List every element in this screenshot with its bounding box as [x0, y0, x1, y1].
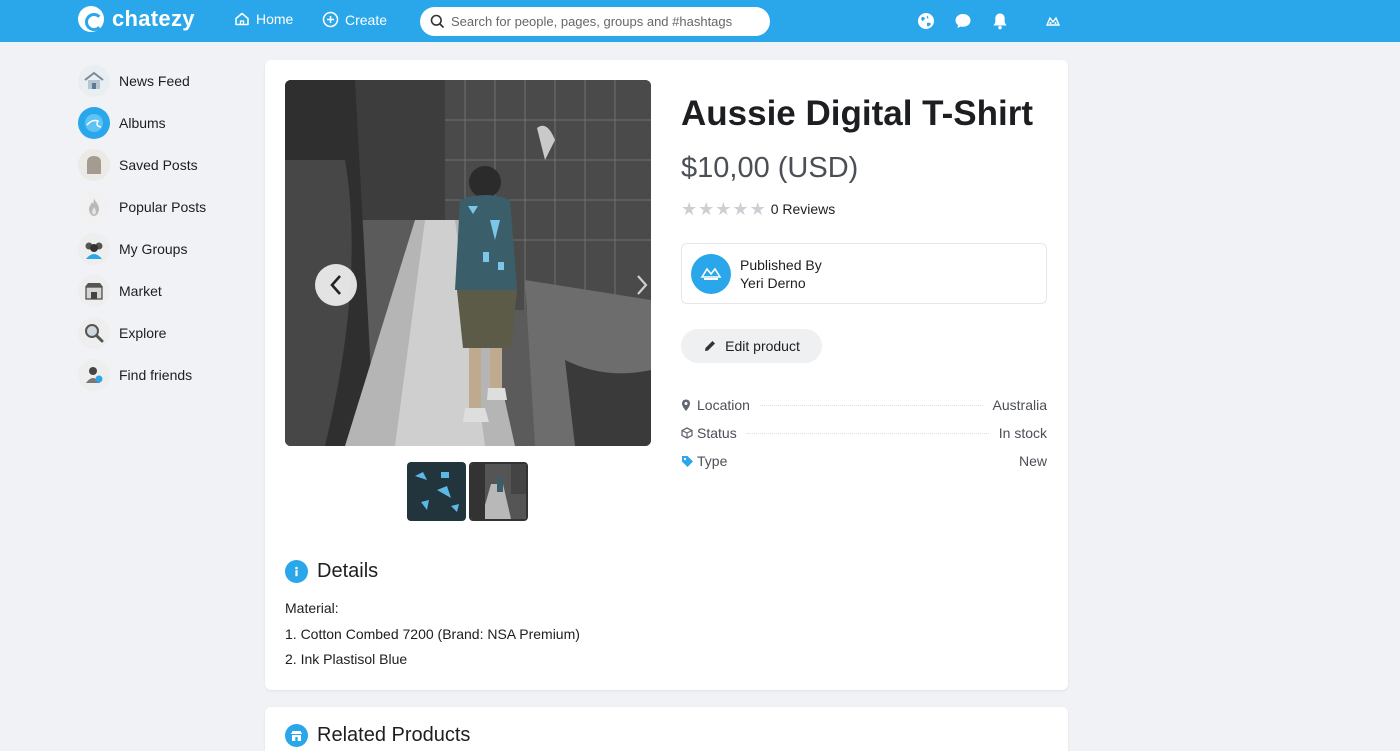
chevron-right-icon [637, 275, 648, 295]
details-line: 2. Ink Plastisol Blue [285, 651, 408, 667]
sidebar-item-label: Explore [119, 325, 167, 341]
product-card: Aussie Digital T-Shirt $10,00 (USD) ★ ★ … [265, 60, 1068, 690]
product-photo-image [285, 80, 651, 446]
bell-icon[interactable] [990, 11, 1010, 31]
search-input[interactable] [451, 14, 751, 29]
albums-icon [78, 107, 110, 139]
sidebar-item-label: News Feed [119, 73, 190, 89]
attribute-divider [737, 461, 1009, 462]
sidebar-item-find-friends[interactable]: Find friends [78, 354, 248, 396]
nav-home-label: Home [256, 11, 294, 27]
nav-create-label: Create [345, 11, 388, 28]
pencil-icon [705, 341, 716, 351]
chat-icon[interactable] [953, 11, 973, 31]
product-attributes: Location Australia Status In stock Type … [681, 391, 1047, 475]
publisher-box[interactable]: Published By Yeri Derno [681, 243, 1047, 304]
sidebar-item-saved-posts[interactable]: Saved Posts [78, 144, 248, 186]
groups-icon [78, 233, 110, 265]
home-icon [235, 12, 249, 26]
search-bar[interactable] [420, 7, 770, 36]
publisher-name[interactable]: Yeri Derno [740, 275, 822, 291]
star-icon[interactable]: ★ [750, 200, 766, 218]
chatezy-logo-icon [78, 6, 104, 32]
sidebar-item-label: Popular Posts [119, 199, 207, 215]
box-icon [681, 427, 697, 439]
flame-icon [78, 191, 110, 223]
sidebar-item-market[interactable]: Market [78, 270, 248, 312]
product-price: $10,00 (USD) [681, 152, 859, 184]
product-title: Aussie Digital T-Shirt [681, 94, 1033, 133]
magnifier-icon [78, 317, 110, 349]
attribute-value: New [1018, 453, 1047, 469]
details-body: Material: 1. Cotton Combed 7200 (Brand: … [285, 596, 580, 673]
sidebar-item-label: Market [119, 283, 162, 299]
edit-product-label: Edit product [725, 338, 800, 354]
globe-icon[interactable] [916, 11, 936, 31]
related-products-card: Related Products [265, 707, 1068, 751]
attribute-status: Status In stock [681, 419, 1047, 447]
info-icon [285, 560, 308, 583]
attribute-value: Australia [992, 397, 1047, 413]
user-menu-icon[interactable] [1043, 11, 1063, 31]
attribute-key: Location [697, 397, 750, 413]
previous-image-button[interactable] [315, 264, 357, 306]
publisher-avatar[interactable] [691, 253, 731, 294]
thumbnail-1[interactable] [407, 462, 466, 521]
plus-circle-icon [322, 11, 339, 28]
sidebar-item-albums[interactable]: Albums [78, 102, 248, 144]
top-navigation-bar: chatezy Home Create [0, 0, 1400, 42]
star-icon[interactable]: ★ [715, 200, 731, 218]
attribute-value: In stock [998, 425, 1047, 441]
nav-home-link[interactable]: Home [234, 11, 293, 27]
location-pin-icon [681, 399, 697, 412]
details-line: Material: [285, 600, 339, 616]
star-icon[interactable]: ★ [732, 200, 748, 218]
attribute-key: Status [697, 425, 737, 441]
details-title: Details [317, 560, 379, 582]
store-icon [285, 724, 308, 747]
edit-product-button[interactable]: Edit product [681, 329, 822, 363]
image-thumbnails [407, 462, 528, 521]
sidebar-item-label: My Groups [119, 241, 188, 257]
sidebar-item-news-feed[interactable]: News Feed [78, 60, 248, 102]
brand-name: chatezy [112, 6, 195, 31]
bookmark-icon [78, 149, 110, 181]
related-products-title: Related Products [317, 724, 471, 746]
rating-stars[interactable]: ★ ★ ★ ★ ★ 0 Reviews [681, 200, 835, 218]
thumbnail-2[interactable] [469, 462, 528, 521]
attribute-type: Type New [681, 447, 1047, 475]
left-sidebar: News Feed Albums Saved Posts Popular Pos… [78, 60, 248, 396]
sidebar-item-label: Find friends [119, 367, 193, 383]
attribute-location: Location Australia [681, 391, 1047, 419]
related-products-heading: Related Products [285, 724, 470, 747]
star-icon[interactable]: ★ [681, 200, 697, 218]
attribute-key: Type [697, 453, 728, 469]
star-icon[interactable]: ★ [698, 200, 714, 218]
sidebar-item-explore[interactable]: Explore [78, 312, 248, 354]
published-by-label: Published By [740, 256, 822, 273]
chevron-left-icon [330, 275, 341, 295]
house-icon [78, 65, 110, 97]
tag-icon [681, 455, 697, 468]
attribute-divider [746, 432, 989, 434]
sidebar-item-my-groups[interactable]: My Groups [78, 228, 248, 270]
details-line: 1. Cotton Combed 7200 (Brand: NSA Premiu… [285, 625, 580, 642]
sidebar-item-label: Albums [119, 115, 166, 131]
brand-logo[interactable]: chatezy [78, 6, 195, 32]
details-heading: Details [285, 560, 378, 583]
find-friends-icon [78, 359, 110, 391]
sidebar-item-popular-posts[interactable]: Popular Posts [78, 186, 248, 228]
market-icon [78, 275, 110, 307]
search-icon [430, 14, 445, 29]
product-photo [285, 80, 651, 446]
reviews-count[interactable]: 0 Reviews [771, 201, 836, 217]
sidebar-item-label: Saved Posts [119, 157, 198, 173]
nav-create-link[interactable]: Create [322, 11, 387, 28]
attribute-divider [759, 404, 983, 406]
